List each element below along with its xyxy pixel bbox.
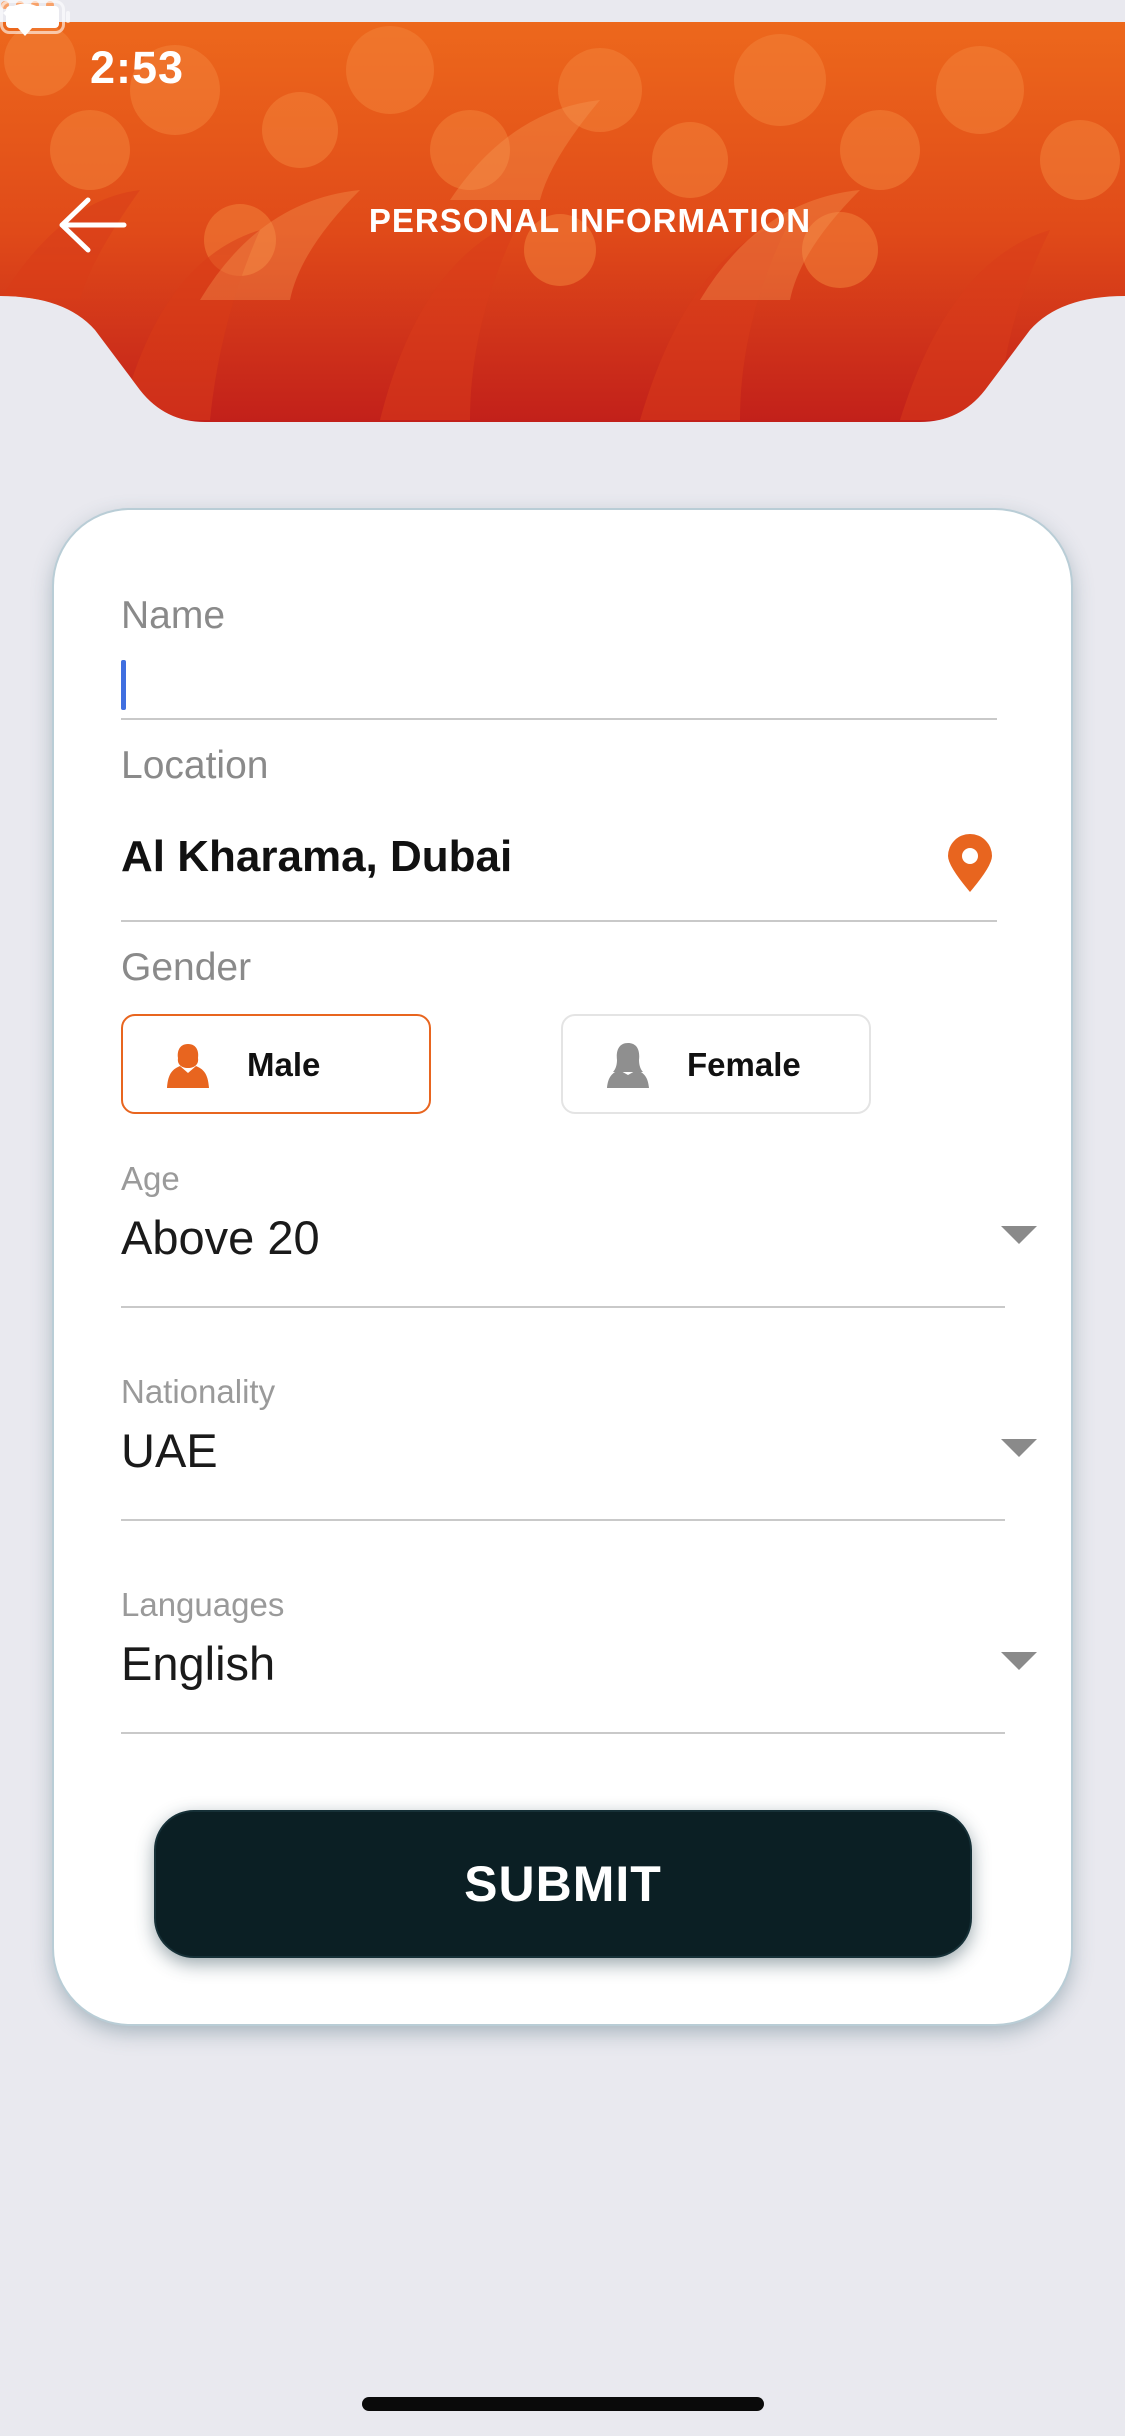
- nationality-underline: [121, 1519, 1005, 1521]
- text-cursor: [121, 660, 126, 710]
- home-indicator[interactable]: [362, 2397, 764, 2411]
- back-button[interactable]: [54, 192, 130, 258]
- page-title: PERSONAL INFORMATION: [368, 202, 812, 239]
- location-underline: [121, 920, 997, 922]
- languages-underline: [121, 1732, 1005, 1734]
- gender-female-button[interactable]: Female: [561, 1014, 871, 1114]
- age-value: Above 20: [121, 1211, 320, 1264]
- submit-button[interactable]: SUBMIT: [154, 1810, 972, 1958]
- male-person-icon: [167, 1044, 209, 1088]
- languages-dropdown[interactable]: Languages English: [121, 1586, 1037, 1706]
- age-label: Age: [121, 1160, 180, 1197]
- personal-info-form-card: Name Location Al Kharama, Dubai Gender M…: [54, 510, 1071, 2024]
- languages-label: Languages: [121, 1586, 285, 1623]
- nationality-label: Nationality: [121, 1373, 276, 1410]
- arrow-left-icon: [59, 197, 127, 253]
- female-person-icon: [607, 1043, 649, 1088]
- personal-information-screen: 2:53 PERSONAL INFORMATION Name Location …: [0, 0, 1125, 2436]
- nationality-value: UAE: [121, 1424, 218, 1477]
- name-label: Name: [121, 594, 226, 637]
- gender-male-button[interactable]: Male: [121, 1014, 431, 1114]
- gender-label: Gender: [121, 946, 252, 989]
- chevron-down-icon: [1001, 1652, 1037, 1670]
- name-underline: [121, 718, 997, 720]
- location-pin-icon[interactable]: [944, 832, 996, 894]
- age-dropdown[interactable]: Age Above 20: [121, 1160, 1037, 1280]
- gender-female-label: Female: [687, 1046, 801, 1083]
- age-underline: [121, 1306, 1005, 1308]
- chevron-down-icon: [1001, 1439, 1037, 1457]
- battery-icon: [0, 0, 70, 34]
- location-field[interactable]: Al Kharama, Dubai: [121, 832, 512, 882]
- chevron-down-icon: [1001, 1226, 1037, 1244]
- languages-value: English: [121, 1637, 276, 1690]
- location-label: Location: [121, 744, 269, 787]
- nationality-dropdown[interactable]: Nationality UAE: [121, 1373, 1037, 1493]
- name-input[interactable]: [121, 652, 1009, 726]
- status-time: 2:53: [90, 42, 185, 93]
- header: 2:53 PERSONAL INFORMATION: [0, 0, 1125, 422]
- gender-male-label: Male: [247, 1046, 321, 1083]
